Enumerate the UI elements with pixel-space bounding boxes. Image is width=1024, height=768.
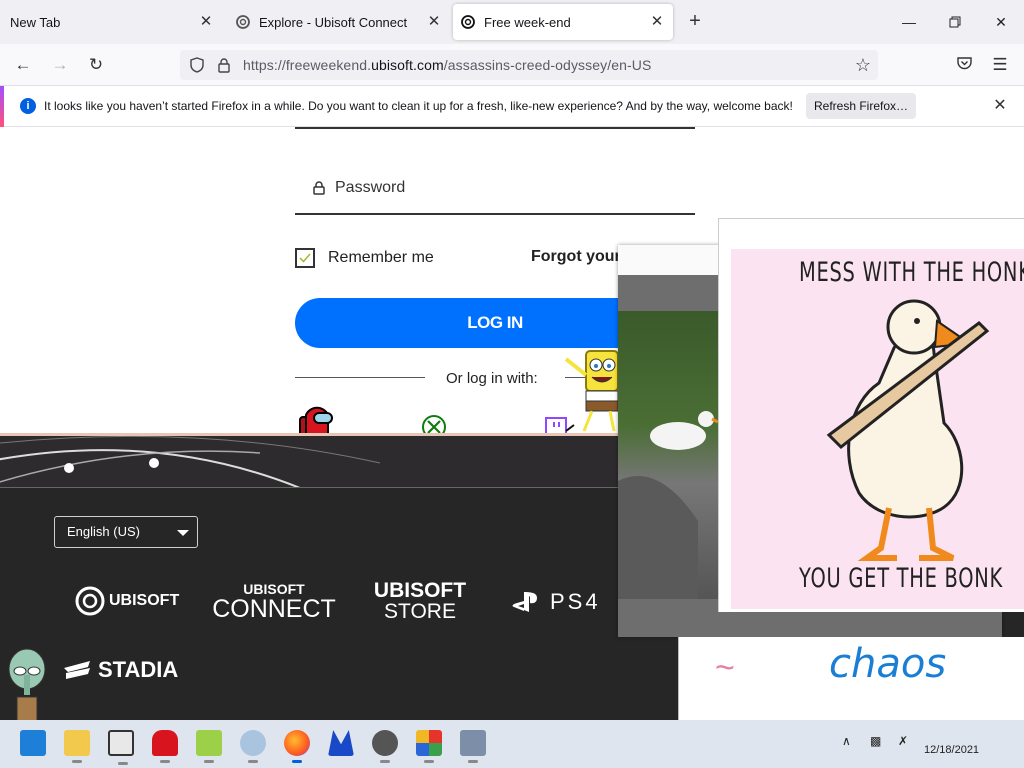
tab-label: Free week-end xyxy=(484,14,571,30)
among-us-app-icon[interactable] xyxy=(152,730,178,763)
file-explorer-icon[interactable] xyxy=(64,730,90,763)
tab-label: Explore - Ubisoft Connect xyxy=(259,14,408,30)
ubisoft-favicon-icon xyxy=(461,15,475,29)
back-arrow-icon[interactable]: ← xyxy=(10,52,36,78)
ps4-logo-text: PS4 xyxy=(550,589,601,614)
stadia-icon xyxy=(64,661,90,679)
meme-top-text: MESS WITH THE HONK xyxy=(799,257,1024,288)
checkmark-icon xyxy=(299,253,311,263)
meme-bottom-text: YOU GET THE BONK xyxy=(799,563,1003,594)
app-grid-icon[interactable] xyxy=(416,730,442,763)
divider-left xyxy=(295,377,425,378)
stadia-logo-link[interactable]: STADIA xyxy=(62,657,178,683)
ubisoft-swirl-icon xyxy=(75,586,105,616)
snip-tool-icon[interactable] xyxy=(108,730,134,765)
ubisoft-logo-link[interactable]: UBISOFT xyxy=(75,586,179,616)
tab-new-tab[interactable]: New Tab ✕ xyxy=(0,4,222,40)
meme-image-window[interactable]: MESS WITH THE HONK YOU GET THE BONK xyxy=(718,218,1024,612)
connect-logo-bottom: CONNECT xyxy=(212,595,336,623)
tab-explore-ubisoft-connect[interactable]: Explore - Ubisoft Connect ✕ xyxy=(228,4,450,40)
sticky-notes-icon[interactable] xyxy=(196,730,222,763)
tab-free-week-end[interactable]: Free week-end ✕ xyxy=(453,4,673,40)
info-icon: i xyxy=(20,98,36,114)
ubisoft-favicon-icon xyxy=(236,15,250,29)
forward-arrow-icon[interactable]: → xyxy=(47,52,73,78)
playstation-icon xyxy=(512,592,537,612)
email-field-underline[interactable] xyxy=(295,127,695,129)
honk-meme: MESS WITH THE HONK YOU GET THE BONK xyxy=(731,249,1024,609)
settings-app-icon[interactable] xyxy=(460,730,486,763)
chevron-down-icon xyxy=(177,530,189,536)
remember-me-label: Remember me xyxy=(328,249,434,266)
windows-start-icon[interactable] xyxy=(20,730,46,756)
malwarebytes-icon[interactable] xyxy=(328,730,354,756)
or-login-with-label: Or log in with: xyxy=(446,370,538,387)
network-app-icon[interactable] xyxy=(240,730,266,763)
close-tab-icon[interactable]: ✕ xyxy=(198,14,214,30)
close-notification-icon[interactable]: ✕ xyxy=(990,96,1010,116)
taskbar-date[interactable]: 12/18/2021 xyxy=(924,744,979,756)
language-select-value: English (US) xyxy=(67,524,140,539)
minimize-icon[interactable]: — xyxy=(895,8,923,36)
ubisoft-logo-text: UBISOFT xyxy=(109,592,180,609)
tab-label: New Tab xyxy=(10,14,61,30)
lock-icon xyxy=(313,181,325,195)
pocket-icon[interactable] xyxy=(951,52,977,78)
forgot-password-link[interactable]: Forgot your xyxy=(531,248,621,266)
search-tool-icon[interactable] xyxy=(372,730,398,763)
close-window-icon[interactable]: ✕ xyxy=(987,8,1015,36)
goose-video-image xyxy=(618,411,719,599)
lock-icon[interactable] xyxy=(216,57,232,73)
url-text[interactable]: https://freeweekend.ubisoft.com/assassin… xyxy=(243,57,651,73)
store-logo-bottom: STORE xyxy=(384,600,456,623)
checkbox-box[interactable] xyxy=(295,248,315,268)
goose-with-bat-illustration xyxy=(826,299,990,561)
notification-message: It looks like you haven’t started Firefo… xyxy=(44,99,793,113)
chaos-scribble-text: chaos xyxy=(829,641,947,687)
ubisoft-store-logo-link[interactable]: UBISOFT STORE xyxy=(370,579,470,624)
ps4-logo-link[interactable]: PS4 xyxy=(512,589,601,615)
spongebob-sticker xyxy=(564,350,619,432)
language-select[interactable]: English (US) xyxy=(54,516,198,548)
volume-muted-icon[interactable]: ✗ xyxy=(898,734,908,748)
close-tab-icon[interactable]: ✕ xyxy=(649,14,665,30)
url-bar[interactable]: https://freeweekend.ubisoft.com/assassin… xyxy=(180,50,878,80)
firefox-icon[interactable] xyxy=(284,730,310,763)
new-tab-plus-icon[interactable]: + xyxy=(684,10,706,32)
tray-chevron-icon[interactable]: ∧ xyxy=(842,734,851,748)
bookmark-star-icon[interactable]: ☆ xyxy=(850,52,876,78)
reload-icon[interactable]: ↻ xyxy=(83,52,109,78)
hamburger-menu-icon[interactable]: ☰ xyxy=(987,52,1013,78)
xbox-icon[interactable] xyxy=(421,414,447,434)
navigation-bar: ← → ↻ https://freeweekend.ubisoft.com/as… xyxy=(0,44,1024,86)
refresh-firefox-button[interactable]: Refresh Firefox… xyxy=(806,93,916,119)
close-tab-icon[interactable]: ✕ xyxy=(426,14,442,30)
windows-taskbar: ∧ ▩ ✗ 12/18/2021 xyxy=(0,720,1024,768)
stadia-logo-text: STADIA xyxy=(98,657,179,682)
restore-icon[interactable] xyxy=(941,8,969,36)
notification-stripe xyxy=(0,86,4,127)
tab-bar: New Tab ✕ Explore - Ubisoft Connect ✕ Fr… xyxy=(0,0,1024,44)
goose-video-frame xyxy=(618,311,719,599)
network-tray-icon[interactable]: ▩ xyxy=(870,734,881,748)
password-field[interactable]: Password xyxy=(295,167,695,215)
shield-icon[interactable] xyxy=(189,57,205,73)
pink-tilde-scribble: ~ xyxy=(715,649,735,687)
password-placeholder: Password xyxy=(335,179,406,196)
refresh-firefox-notification: i It looks like you haven’t started Fire… xyxy=(0,86,1024,127)
ubisoft-connect-logo-link[interactable]: UBISOFT CONNECT xyxy=(209,581,339,624)
remember-me-checkbox[interactable]: Remember me xyxy=(295,247,434,269)
squidward-sticker xyxy=(8,648,46,720)
